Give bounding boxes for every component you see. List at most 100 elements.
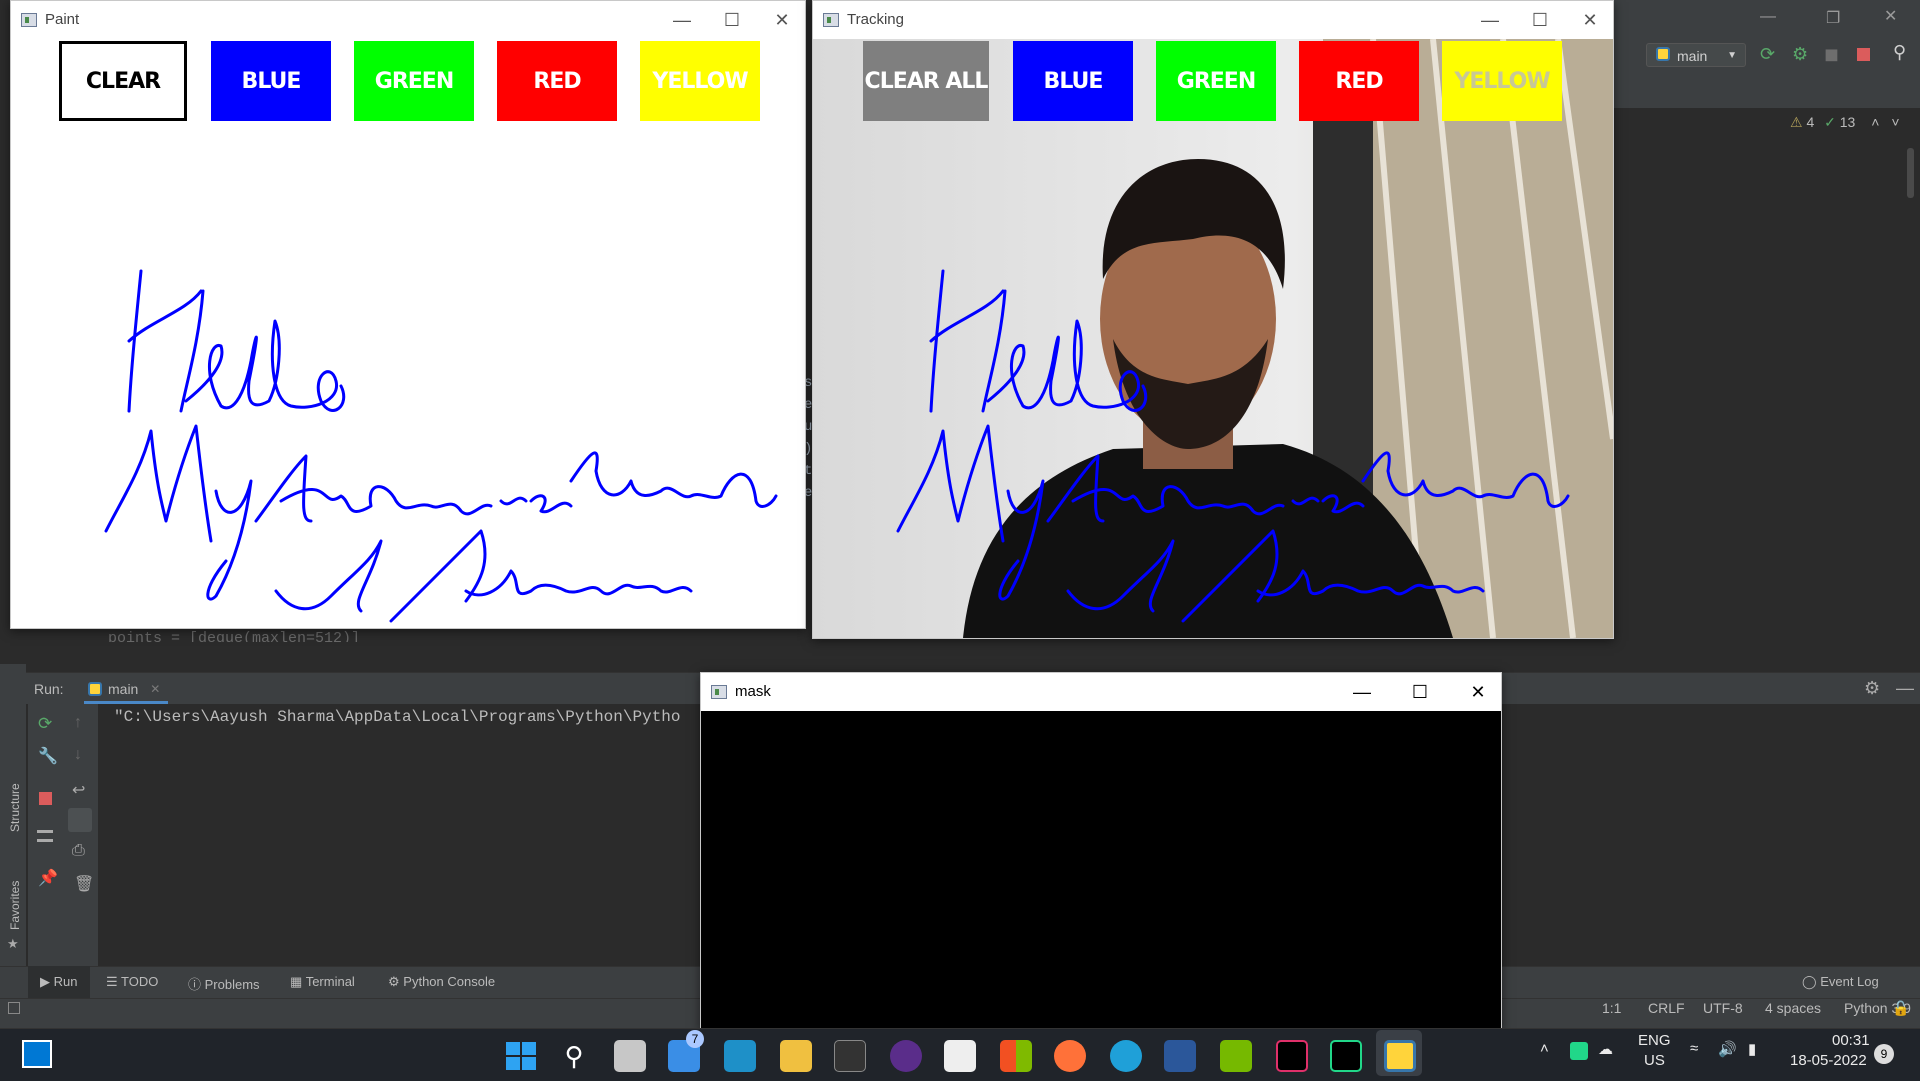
terminal-tool-label: Terminal <box>305 974 355 989</box>
debug-icon[interactable]: ⚙ <box>1792 44 1808 65</box>
ide-minimize-button[interactable]: — <box>1760 8 1776 26</box>
store-icon[interactable] <box>944 1040 976 1072</box>
editor-scrollbar[interactable] <box>1907 148 1914 198</box>
inspection-widget[interactable]: ⚠ 4 ✓ 13 ˄ ˅ <box>1790 114 1900 131</box>
lock-icon[interactable]: 🔓 <box>1892 1000 1909 1017</box>
minimize-button[interactable]: — <box>1339 673 1385 711</box>
mask-window: mask — ☐ ✕ <box>700 672 1502 1030</box>
ok-count: 13 <box>1839 114 1856 130</box>
console-output-line: "C:\Users\Aayush Sharma\AppData\Local\Pr… <box>114 708 681 726</box>
close-button[interactable]: ✕ <box>1567 1 1613 39</box>
chevron-up-icon[interactable]: ˄ <box>1871 114 1879 130</box>
firefox-icon[interactable] <box>1054 1040 1086 1072</box>
trash-icon[interactable]: 🗑 <box>74 874 94 894</box>
chevron-up-icon[interactable]: ˄ <box>1540 1040 1549 1057</box>
arrow-down-icon[interactable]: ↓ <box>74 746 82 764</box>
widgets-icon[interactable] <box>22 1040 52 1068</box>
tracking-title-bar[interactable]: Tracking — ☐ ✕ <box>813 1 1613 39</box>
close-button[interactable]: ✕ <box>1455 673 1501 711</box>
stop-icon[interactable] <box>39 792 52 805</box>
python-console-tool-button[interactable]: ⚙ Python Console <box>388 974 495 990</box>
stroke-hello <box>127 269 346 413</box>
wrench-icon[interactable]: 🔧 <box>38 746 58 766</box>
scroll-to-end-icon[interactable] <box>68 808 92 832</box>
run-tab-main[interactable]: main ✕ <box>84 673 169 705</box>
clock-date[interactable]: 18-05-2022 <box>1790 1052 1867 1069</box>
tray-app-icon[interactable] <box>1570 1042 1588 1060</box>
edge-icon[interactable] <box>1110 1040 1142 1072</box>
opencv-window-icon <box>711 685 727 699</box>
indent-setting[interactable]: 4 spaces <box>1765 1000 1821 1016</box>
nvidia-icon[interactable] <box>1220 1040 1252 1072</box>
arrow-up-icon[interactable]: ↑ <box>74 714 82 732</box>
yellow-button-label: YELLOW <box>1454 68 1550 94</box>
chevron-down-icon[interactable]: ˅ <box>1891 114 1899 130</box>
maximize-button[interactable]: ☐ <box>1397 673 1443 711</box>
green-button[interactable]: GREEN <box>1156 41 1276 121</box>
event-log-button[interactable]: ◯ Event Log <box>1802 974 1879 990</box>
maximize-button[interactable]: ☐ <box>1517 1 1563 39</box>
run-tool-label: Run <box>53 974 78 989</box>
battery-icon[interactable]: ▮ <box>1748 1040 1756 1058</box>
rerun-icon[interactable]: ⟳ <box>1760 44 1775 65</box>
pin-icon[interactable]: 📌 <box>38 868 58 888</box>
problems-tool-button[interactable]: ⓘ Problems <box>188 974 260 993</box>
pycharm-icon[interactable] <box>1330 1040 1362 1072</box>
caret-position[interactable]: 1:1 <box>1602 1000 1621 1016</box>
mask-view <box>701 711 1501 1029</box>
rerun-icon[interactable]: ⟳ <box>38 714 52 734</box>
language-region[interactable]: US <box>1644 1052 1665 1069</box>
blue-button[interactable]: BLUE <box>1013 41 1133 121</box>
hide-panel-icon[interactable]: — <box>1896 678 1914 699</box>
clock-time[interactable]: 00:31 <box>1832 1032 1870 1049</box>
minimize-button[interactable]: — <box>1467 1 1513 39</box>
yellow-button[interactable]: YELLOW <box>1442 41 1562 121</box>
search-icon[interactable]: ⚲ <box>1893 42 1906 63</box>
cloud-icon[interactable]: ☁ <box>1598 1040 1613 1058</box>
toggle-tool-windows-icon[interactable] <box>8 1002 20 1014</box>
mask-title-bar[interactable]: mask — ☐ ✕ <box>701 673 1501 711</box>
red-button[interactable]: RED <box>1299 41 1419 121</box>
todo-tool-button[interactable]: ☰ TODO <box>106 974 158 990</box>
notion-icon[interactable] <box>834 1040 866 1072</box>
office-icon[interactable] <box>1000 1040 1032 1072</box>
layout-icon[interactable] <box>37 830 53 842</box>
run-config-label: main <box>1677 48 1708 64</box>
volume-icon[interactable]: 🔊 <box>1718 1040 1737 1058</box>
desktop-icon[interactable] <box>724 1040 756 1072</box>
file-explorer-icon[interactable] <box>780 1040 812 1072</box>
soft-wrap-icon[interactable]: ↩ <box>72 780 85 800</box>
close-icon[interactable]: ✕ <box>150 673 160 705</box>
task-view-icon[interactable] <box>614 1040 646 1072</box>
structure-tab[interactable]: Structure <box>8 783 22 832</box>
clear-all-button[interactable]: CLEAR ALL <box>863 41 989 121</box>
stroke-name <box>104 424 778 601</box>
python-icon <box>1656 47 1670 61</box>
search-icon[interactable]: ⚲ <box>558 1040 590 1072</box>
paint-canvas[interactable] <box>11 1 805 628</box>
language-code[interactable]: ENG <box>1638 1032 1671 1049</box>
python-icon[interactable] <box>1384 1040 1416 1072</box>
print-icon[interactable]: ⎙ <box>72 842 85 860</box>
start-icon[interactable] <box>504 1040 536 1072</box>
media-player-icon[interactable] <box>890 1040 922 1072</box>
ide-close-button[interactable]: ✕ <box>1884 6 1897 26</box>
settings-gear-icon[interactable]: ⚙ <box>1864 678 1880 699</box>
check-icon: ✓ <box>1824 114 1836 130</box>
ide-restore-button[interactable]: ❐ <box>1826 8 1840 28</box>
favorites-tab[interactable]: Favorites <box>8 881 22 930</box>
line-separator[interactable]: CRLF <box>1648 1000 1685 1016</box>
start-tile-4 <box>522 1057 536 1070</box>
star-icon: ★ <box>7 936 19 951</box>
intellij-icon[interactable] <box>1276 1040 1308 1072</box>
file-encoding[interactable]: UTF-8 <box>1703 1000 1743 1016</box>
coverage-icon[interactable]: ◼ <box>1824 44 1839 65</box>
wifi-icon[interactable]: ≈ <box>1690 1040 1698 1057</box>
stop-icon[interactable] <box>1857 48 1870 61</box>
terminal-tool-button[interactable]: ▦ Terminal <box>290 974 355 990</box>
run-tool-button[interactable]: ▶ Run <box>40 974 77 990</box>
notification-badge[interactable]: 9 <box>1874 1044 1894 1064</box>
word-icon[interactable] <box>1164 1040 1196 1072</box>
editor-area[interactable] <box>1612 108 1920 638</box>
blue-button-label: BLUE <box>1043 68 1104 94</box>
